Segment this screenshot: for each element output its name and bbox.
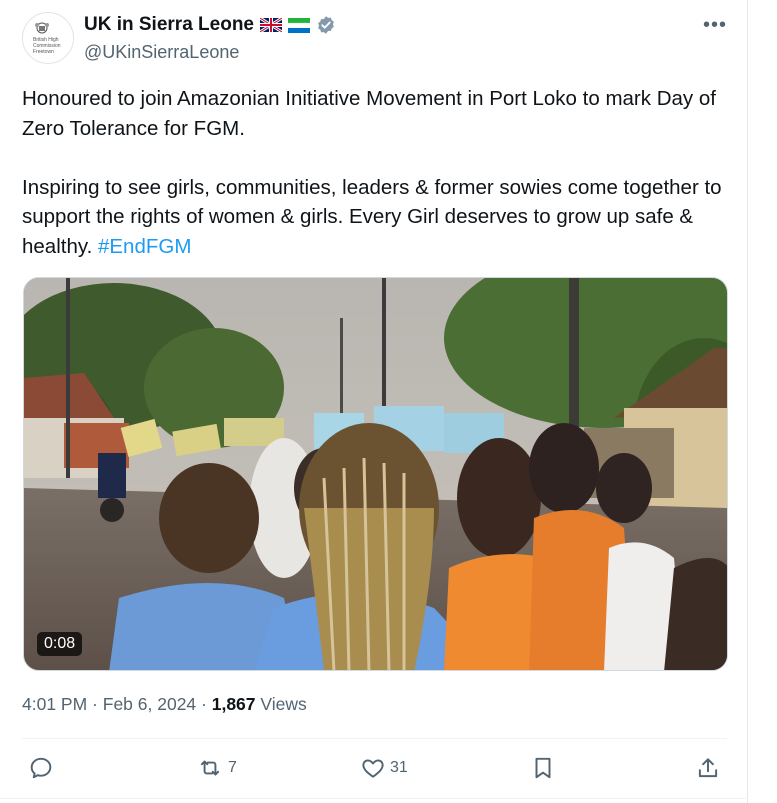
like-count: 31 [390,759,408,776]
more-options-icon[interactable]: ••• [703,14,727,37]
tweet-date[interactable]: Feb 6, 2024 [103,694,196,714]
avatar-label: British High Commission Freetown [33,37,61,55]
tweet-paragraph-1: Honoured to join Amazonian Initiative Mo… [22,87,716,140]
author-handle[interactable]: @UKinSierraLeone [84,42,239,63]
uk-flag-icon [260,18,282,32]
video-thumbnail [24,278,727,670]
verified-badge-icon [318,16,334,34]
author-name[interactable]: UK in Sierra Leone [84,14,254,36]
views-label: Views [255,694,307,714]
divider [22,738,727,739]
share-button[interactable] [695,748,721,788]
divider [0,798,748,799]
reply-button[interactable] [28,748,54,788]
tweet-text: Honoured to join Amazonian Initiative Mo… [22,84,722,261]
hashtag-link[interactable]: #EndFGM [98,235,191,258]
reply-icon [30,757,52,779]
video-player[interactable] [23,277,728,671]
action-bar: 7 31 [0,748,748,788]
like-button[interactable]: 31 [360,748,408,788]
retweet-count: 7 [228,759,237,776]
bookmark-button[interactable] [530,748,556,788]
retweet-icon [200,760,220,776]
views-count: 1,867 [211,694,256,714]
meta-separator: · [87,694,103,714]
share-icon [698,758,718,778]
retweet-button[interactable]: 7 [196,748,237,788]
tweet-time[interactable]: 4:01 PM [22,694,87,714]
bookmark-icon [535,757,551,779]
meta-separator: · [196,694,212,714]
tweet-card: British High Commission Freetown UK in S… [0,0,748,803]
royal-crest-icon [35,22,49,34]
tweet-meta: 4:01 PM · Feb 6, 2024 · 1,867 Views [22,694,307,715]
video-duration: 0:08 [37,632,83,656]
heart-icon [362,759,384,778]
avatar[interactable]: British High Commission Freetown [22,12,74,64]
sierra-leone-flag-icon [288,17,310,33]
